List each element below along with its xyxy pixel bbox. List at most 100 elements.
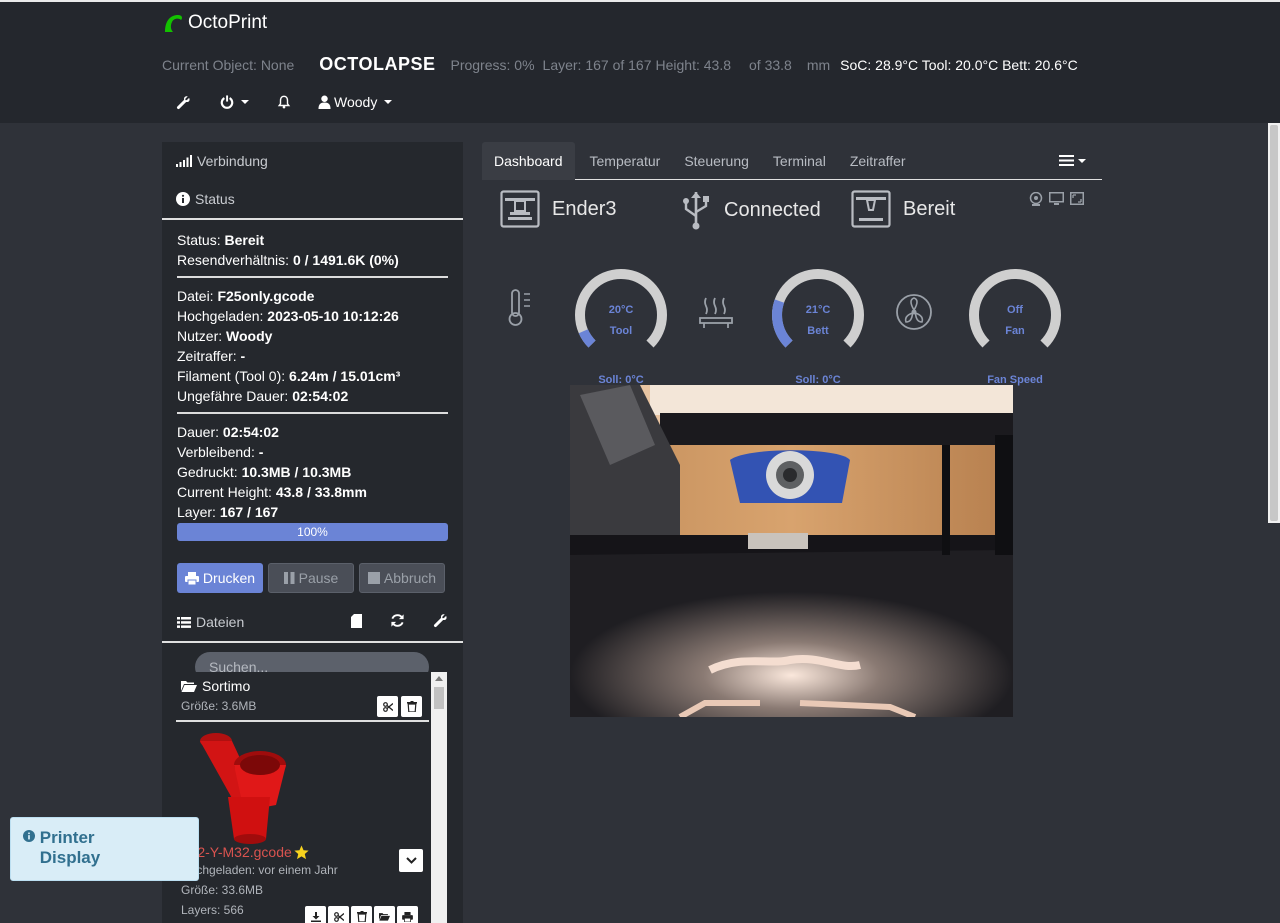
divider (176, 720, 429, 722)
folder-name: Sortimo (202, 678, 251, 694)
page-scroll-thumb[interactable] (1270, 125, 1278, 521)
connection-item: Connected (680, 190, 821, 230)
scroll-thumb[interactable] (434, 687, 444, 709)
printer-name: Ender3 (552, 197, 617, 220)
print-file-button[interactable] (397, 906, 418, 923)
cut-button[interactable] (328, 906, 349, 923)
octolapse-label[interactable]: OCTOLAPSE (319, 54, 435, 75)
printer-status-row: Ender3 Connected Bereit (482, 180, 1102, 248)
print-button[interactable]: Drucken (177, 563, 263, 593)
duration-row: Dauer: 02:54:02 (177, 424, 279, 440)
gauge-value: Off (1007, 304, 1023, 316)
user-icon (318, 95, 331, 109)
power-menu-button[interactable] (220, 95, 249, 109)
gauge-value: 21°C (806, 304, 831, 316)
chevron-down-icon (1078, 158, 1086, 163)
user-row: Nutzer: Woody (177, 328, 273, 344)
file-row: Datei: F25only.gcode (177, 288, 315, 304)
sd-card-button[interactable] (351, 613, 362, 631)
trash-icon (406, 701, 417, 712)
resend-row: Resendverhältnis: 0 / 1491.6K (0%) (177, 252, 399, 268)
sidebar: Verbindung Status Status: Bereit Resendv… (162, 142, 463, 923)
list-icon (177, 616, 191, 628)
printed-row: Gedruckt: 10.3MB / 10.3MB (177, 464, 352, 480)
wrench-icon (176, 95, 190, 109)
delete-button[interactable] (401, 696, 422, 717)
status-details: Status: Bereit Resendverhältnis: 0 / 149… (162, 220, 463, 541)
file-size: Größe: 33.6MB (181, 883, 264, 897)
divider (177, 412, 448, 414)
trash-icon (356, 911, 367, 922)
gauge-fill (578, 329, 596, 348)
filament-row: Filament (Tool 0): 6.24m / 15.01cm³ (177, 368, 401, 384)
printer-icon (402, 911, 413, 922)
load-button[interactable] (374, 906, 395, 923)
wrench-icon (433, 614, 447, 628)
delete-button[interactable] (351, 906, 372, 923)
pause-label: Pause (298, 570, 339, 586)
print-progress-bar: 100% (177, 523, 448, 541)
info-icon (176, 192, 190, 206)
cancel-button[interactable]: Abbruch (359, 563, 445, 593)
file-actions (305, 906, 418, 923)
refresh-button[interactable] (390, 613, 405, 631)
page-scrollbar[interactable] (1268, 123, 1280, 523)
pause-icon (283, 572, 295, 584)
webcam-toggle-icon[interactable] (1029, 192, 1043, 206)
timelapse-row: Zeitraffer: - (177, 348, 246, 364)
height-max: of 33.8 (749, 57, 792, 73)
uploaded-row: Hochgeladen: 2023-05-10 10:12:26 (177, 308, 399, 324)
tab-temperature[interactable]: Temperatur (578, 142, 673, 180)
file-uploaded: Hochgeladen: vor einem Jahr (181, 863, 338, 877)
tab-control[interactable]: Steuerung (672, 142, 761, 180)
settings-wrench-button[interactable] (176, 95, 191, 110)
files-panel-header: Dateien (162, 603, 463, 643)
gauge-value: 20°C (609, 304, 634, 316)
brand-logo[interactable]: OctoPrint (162, 12, 267, 34)
navbar-actions: Woody (176, 94, 393, 110)
remaining-row: Verbleibend: - (177, 444, 264, 460)
status-row: Status: Bereit (177, 232, 265, 248)
webcam-stream[interactable] (570, 385, 1013, 717)
files-title[interactable]: Dateien (177, 614, 323, 630)
gauges-row: 20°C Tool 21°C Bett Off Fan Soll: 0°C Soll: 0… (482, 248, 1102, 388)
gauge-name: Bett (807, 325, 829, 337)
current-object: Current Object: None (162, 57, 295, 73)
printer-name-item: Ender3 (500, 190, 617, 228)
fullscreen-icon[interactable] (1070, 192, 1084, 205)
tabs-overflow-menu[interactable] (1059, 155, 1086, 166)
tab-timelapse[interactable]: Zeitraffer (838, 142, 918, 180)
temperature-readout: SoC: 28.9°C Tool: 20.0°C Bett: 20.6°C (840, 57, 1078, 73)
gauge-name: Fan (1005, 325, 1025, 337)
printer-display-button[interactable]: Printer Display (10, 817, 199, 881)
user-name: Woody (334, 94, 378, 110)
user-menu-button[interactable]: Woody (318, 94, 393, 110)
height-unit: mm (806, 57, 831, 73)
progress-text: 100% (297, 525, 328, 539)
layer-row: Layer: 167 / 167 (177, 504, 279, 520)
info-icon (23, 830, 35, 842)
file-expand-button[interactable] (399, 849, 423, 872)
progress-info: Progress: 0% (450, 57, 535, 73)
folder-actions (377, 696, 422, 717)
tab-terminal[interactable]: Terminal (761, 142, 838, 180)
usb-icon (683, 192, 709, 230)
pause-button[interactable]: Pause (268, 563, 354, 593)
gauges-svg: 20°C Tool 21°C Bett Off Fan (575, 269, 1061, 348)
tab-dashboard[interactable]: Dashboard (482, 141, 575, 180)
main-content: Dashboard Temperatur Steuerung Terminal … (482, 141, 1102, 717)
files-settings-button[interactable] (433, 613, 448, 631)
monitor-icon[interactable] (1049, 192, 1064, 205)
file-list-scrollbar[interactable] (431, 672, 447, 923)
cut-button[interactable] (377, 696, 398, 717)
menu-icon (1059, 155, 1074, 166)
main-tabs: Dashboard Temperatur Steuerung Terminal … (482, 141, 1102, 180)
printer-state: Bereit (903, 197, 956, 220)
status-panel-header[interactable]: Status (162, 180, 463, 218)
scroll-up-arrow[interactable] (435, 676, 443, 681)
connection-panel-header[interactable]: Verbindung (162, 142, 463, 180)
notifications-button[interactable] (277, 95, 291, 109)
star-icon (294, 844, 309, 859)
download-button[interactable] (305, 906, 326, 923)
octoprint-logo-icon (165, 15, 182, 32)
